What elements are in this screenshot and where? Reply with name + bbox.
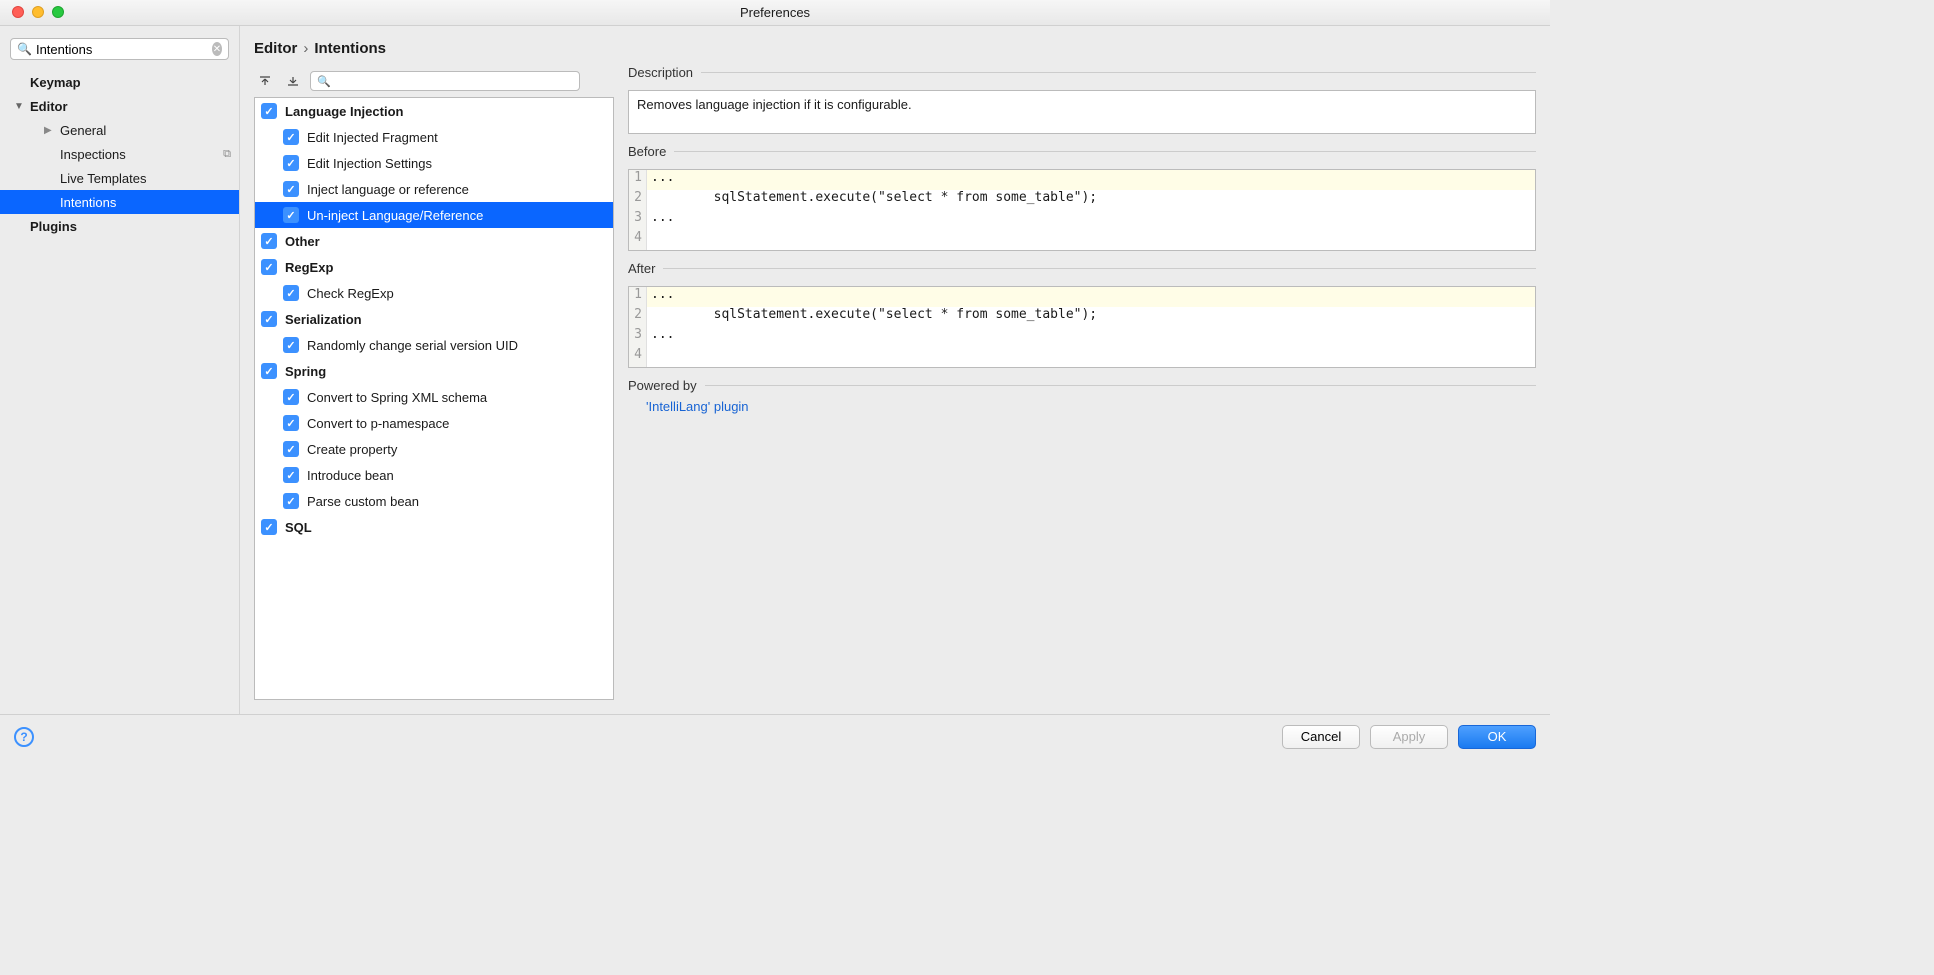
- minimize-window-button[interactable]: [32, 6, 44, 18]
- tree-item-random-serial[interactable]: Randomly change serial version UID: [255, 332, 613, 358]
- intentions-search-input[interactable]: [334, 74, 573, 88]
- ok-button[interactable]: OK: [1458, 725, 1536, 749]
- breadcrumb-separator: ›: [303, 40, 308, 57]
- preferences-sidebar: 🔍 ✕ Keymap ▼Editor ▶General Inspections⧉…: [0, 26, 240, 714]
- dialog-footer: ? Cancel Apply OK: [0, 714, 1550, 758]
- tree-item-edit-injected-fragment[interactable]: Edit Injected Fragment: [255, 124, 613, 150]
- profile-icon: ⧉: [223, 148, 231, 161]
- cancel-button[interactable]: Cancel: [1282, 725, 1360, 749]
- window-traffic-lights: [12, 6, 64, 18]
- collapse-all-button[interactable]: [282, 71, 304, 91]
- tree-item-check-regexp[interactable]: Check RegExp: [255, 280, 613, 306]
- tree-cat-spring[interactable]: Spring: [255, 358, 613, 384]
- tree-item-create-property[interactable]: Create property: [255, 436, 613, 462]
- sidebar-item-intentions[interactable]: Intentions: [0, 190, 239, 214]
- tree-item-parse-custom-bean[interactable]: Parse custom bean: [255, 488, 613, 514]
- intellilang-plugin-link[interactable]: 'IntelliLang' plugin: [646, 399, 1536, 414]
- intention-details-pane: Description Removes language injection i…: [628, 65, 1536, 700]
- before-label: Before: [628, 144, 1536, 159]
- tree-item-inject-language[interactable]: Inject language or reference: [255, 176, 613, 202]
- chevron-down-icon[interactable]: ▼: [14, 101, 26, 112]
- sidebar-search[interactable]: 🔍 ✕: [10, 38, 229, 60]
- sidebar-item-editor[interactable]: ▼Editor: [0, 94, 239, 118]
- tree-item-convert-xml[interactable]: Convert to Spring XML schema: [255, 384, 613, 410]
- intentions-search[interactable]: 🔍: [310, 71, 580, 91]
- tree-cat-regexp[interactable]: RegExp: [255, 254, 613, 280]
- description-text: Removes language injection if it is conf…: [628, 90, 1536, 134]
- sidebar-item-general[interactable]: ▶General: [0, 118, 239, 142]
- after-code: 1... 2 sqlStatement.execute("select * fr…: [628, 286, 1536, 368]
- window-title: Preferences: [740, 5, 810, 20]
- apply-button[interactable]: Apply: [1370, 725, 1448, 749]
- tree-item-edit-injection-settings[interactable]: Edit Injection Settings: [255, 150, 613, 176]
- titlebar: Preferences: [0, 0, 1550, 26]
- sidebar-item-keymap[interactable]: Keymap: [0, 70, 239, 94]
- powered-by: Powered by 'IntelliLang' plugin: [628, 378, 1536, 414]
- checkbox[interactable]: [261, 103, 277, 119]
- tree-cat-other[interactable]: Other: [255, 228, 613, 254]
- chevron-right-icon[interactable]: ▶: [44, 125, 56, 136]
- after-label: After: [628, 261, 1536, 276]
- tree-item-convert-pns[interactable]: Convert to p-namespace: [255, 410, 613, 436]
- breadcrumb: Editor›Intentions: [240, 26, 1550, 65]
- tree-cat-sql[interactable]: SQL: [255, 514, 613, 540]
- help-button[interactable]: ?: [14, 727, 34, 747]
- before-code: 1... 2 sqlStatement.execute("select * fr…: [628, 169, 1536, 251]
- sidebar-item-live-templates[interactable]: Live Templates: [0, 166, 239, 190]
- tree-item-uninject[interactable]: Un-inject Language/Reference: [255, 202, 613, 228]
- description-label: Description: [628, 65, 1536, 80]
- tree-cat-serialization[interactable]: Serialization: [255, 306, 613, 332]
- tree-cat-language-injection[interactable]: Language Injection: [255, 98, 613, 124]
- clear-search-button[interactable]: ✕: [212, 42, 222, 56]
- zoom-window-button[interactable]: [52, 6, 64, 18]
- tree-item-introduce-bean[interactable]: Introduce bean: [255, 462, 613, 488]
- sidebar-item-inspections[interactable]: Inspections⧉: [0, 142, 239, 166]
- search-icon: 🔍: [17, 42, 32, 56]
- close-window-button[interactable]: [12, 6, 24, 18]
- sidebar-search-input[interactable]: [36, 42, 212, 57]
- expand-all-button[interactable]: [254, 71, 276, 91]
- intentions-tree[interactable]: Language Injection Edit Injected Fragmen…: [254, 97, 614, 700]
- intentions-list-pane: 🔍 Language Injection Edit Injected Fragm…: [254, 65, 614, 700]
- intentions-toolbar: 🔍: [254, 65, 614, 97]
- search-icon: 🔍: [317, 75, 331, 88]
- main-panel: Editor›Intentions 🔍 Language Injection E…: [240, 26, 1550, 714]
- sidebar-item-plugins[interactable]: Plugins: [0, 214, 239, 238]
